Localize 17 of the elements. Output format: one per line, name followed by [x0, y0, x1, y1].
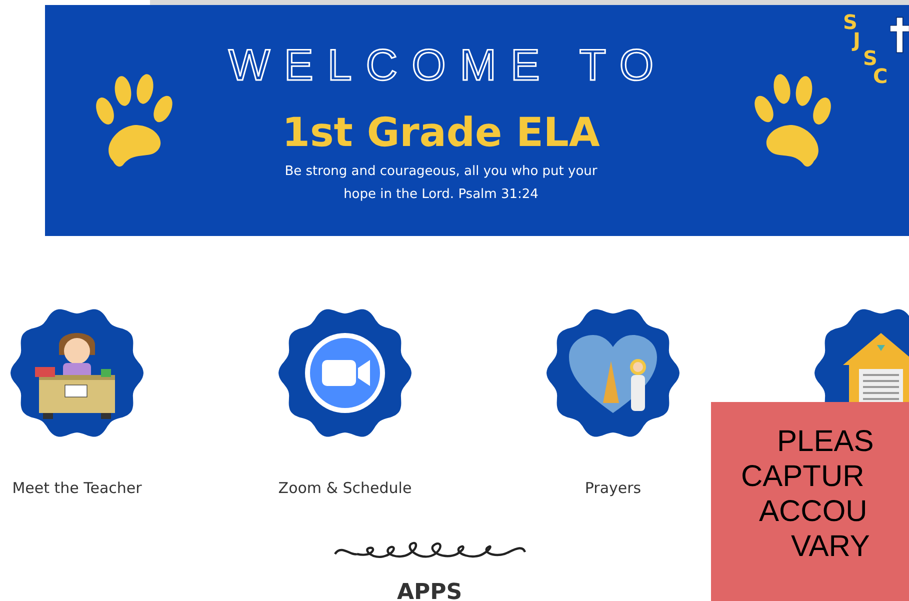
- logo-letter: S: [843, 13, 858, 31]
- verse-text: hope in the Lord. Psalm 31:24: [344, 186, 538, 204]
- notice-text: VARY: [791, 529, 870, 564]
- notice-text: PLEAS: [777, 424, 874, 459]
- verse-text: Be strong and courageous, all you who put your: [284, 162, 598, 180]
- section-title: APPS: [396, 578, 462, 601]
- logo-letter: C: [873, 67, 888, 85]
- notice-text: CAPTUR: [741, 459, 864, 494]
- logo-letter: J: [853, 31, 862, 49]
- tile-label[interactable]: Prayers: [584, 477, 642, 500]
- logo-letter: S: [863, 49, 878, 67]
- tile-label[interactable]: Meet the Teacher: [12, 477, 142, 500]
- class-title: 1st Grade ELA: [282, 108, 600, 158]
- video-camera-icon: [305, 333, 385, 413]
- welcome-heading: WELCOME TO: [226, 40, 668, 92]
- notice-text: ACCOU: [759, 494, 868, 529]
- tile-label[interactable]: Zoom & Schedule: [278, 477, 412, 500]
